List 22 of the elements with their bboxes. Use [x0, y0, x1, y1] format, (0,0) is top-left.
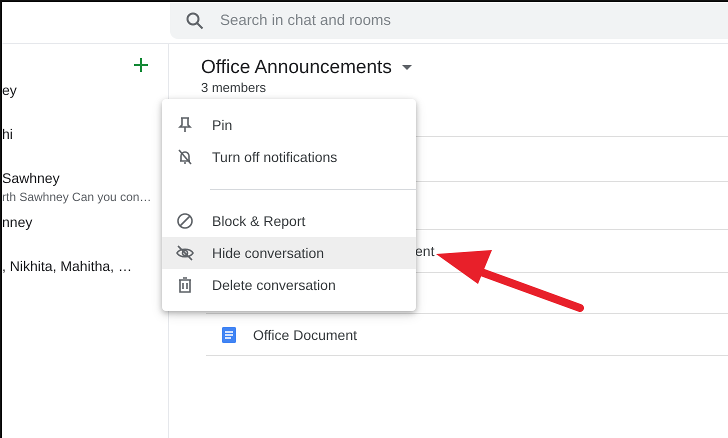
search-icon	[186, 12, 204, 30]
add-icon[interactable]	[134, 58, 148, 72]
menu-item[interactable]: Turn off notifications	[162, 141, 416, 173]
menu-item[interactable]: Block & Report	[162, 205, 416, 237]
chat-name[interactable]: ey	[2, 82, 168, 98]
eye-off-icon	[176, 244, 194, 262]
dropdown-caret-icon[interactable]	[402, 65, 412, 71]
search-field[interactable]: Search in chat and rooms	[170, 2, 728, 39]
trash-icon	[176, 276, 194, 294]
room-title: Office Announcements	[201, 57, 392, 79]
block-icon	[176, 212, 194, 230]
document-icon	[222, 326, 236, 342]
message-preview: rth Sawhney Can you con…	[2, 190, 152, 204]
message-text: ent	[415, 243, 434, 259]
menu-item[interactable]: Delete conversation	[162, 269, 416, 301]
bell-off-icon	[176, 148, 194, 166]
file-name[interactable]: Office Document	[253, 326, 358, 342]
search-input[interactable]: Search in chat and rooms	[218, 11, 622, 30]
menu-item[interactable]: Pin	[162, 109, 416, 141]
pin-icon	[176, 116, 194, 134]
member-count: 3 members	[201, 81, 268, 95]
menu-item[interactable]: Hide conversation	[162, 237, 416, 269]
